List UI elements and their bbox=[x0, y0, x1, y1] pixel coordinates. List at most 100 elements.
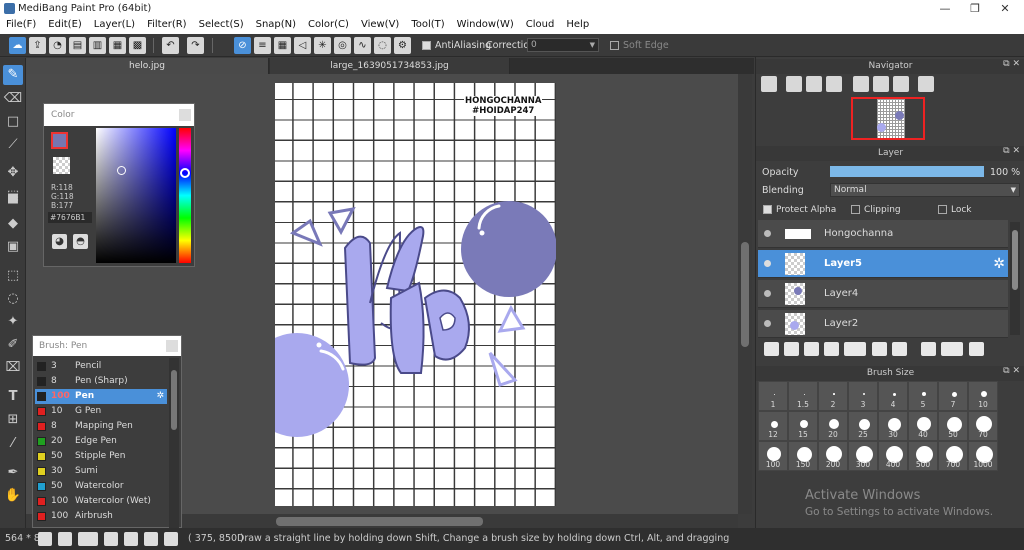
delete-layer-icon[interactable] bbox=[892, 342, 907, 356]
correction-dropdown[interactable]: 0 ▼ bbox=[527, 38, 599, 52]
new-8bit-layer-icon[interactable] bbox=[804, 342, 819, 356]
close-button[interactable]: ✕ bbox=[990, 0, 1020, 17]
text-bubble-icon[interactable]: ▤ bbox=[69, 37, 86, 54]
eye-icon[interactable] bbox=[764, 290, 771, 297]
brush-item[interactable]: 30 Sumi bbox=[35, 464, 167, 479]
menu-cloud[interactable]: Cloud bbox=[520, 17, 561, 30]
folder-icon[interactable] bbox=[872, 342, 887, 356]
brush-size-close-icon[interactable]: ⧉ ✕ bbox=[1003, 366, 1020, 376]
brush-size-option[interactable]: 400 bbox=[878, 441, 908, 471]
grid-icon[interactable]: ▩ bbox=[129, 37, 146, 54]
brush-list-scrollbar[interactable] bbox=[169, 358, 179, 528]
gear-icon[interactable]: ✲ bbox=[156, 389, 164, 404]
snap-settings-icon[interactable]: ⚙ bbox=[394, 37, 411, 54]
layer-row[interactable]: Layer2 bbox=[758, 310, 1008, 338]
layer-row[interactable]: Layer4 bbox=[758, 280, 1008, 308]
undo-icon[interactable]: ↶ bbox=[162, 37, 179, 54]
hex-field[interactable]: #7676B1 bbox=[48, 212, 92, 223]
page-icon[interactable]: ▥ bbox=[89, 37, 106, 54]
menu-snap[interactable]: Snap(N) bbox=[250, 17, 302, 30]
brush-item[interactable]: 10 G Pen bbox=[35, 404, 167, 419]
saturation-value-picker[interactable] bbox=[96, 128, 176, 263]
brush-size-option[interactable]: 200 bbox=[818, 441, 848, 471]
navigator-zoom-fit-icon[interactable] bbox=[761, 76, 777, 92]
layer-list-scrollbar[interactable] bbox=[1010, 222, 1020, 335]
layer-row-selected[interactable]: Layer5 ✲ bbox=[758, 250, 1008, 278]
rotate-reset-icon[interactable] bbox=[873, 76, 889, 92]
brush-item[interactable]: 8 Pen (Sharp) bbox=[35, 374, 167, 389]
brush-size-option[interactable]: 25 bbox=[848, 411, 878, 441]
snap-ellipse-icon[interactable]: ◌ bbox=[374, 37, 391, 54]
tab-helo[interactable]: helo.jpg bbox=[26, 58, 269, 74]
text-tool-icon[interactable]: T bbox=[3, 387, 23, 407]
clipping-checkbox[interactable] bbox=[851, 205, 860, 214]
navigator-close-icon[interactable]: ⧉ ✕ bbox=[1003, 59, 1020, 69]
add-layer-dropdown-icon[interactable] bbox=[844, 342, 866, 356]
opacity-slider[interactable] bbox=[830, 166, 984, 177]
magic-wand-icon[interactable]: ✦ bbox=[3, 312, 23, 332]
protect-alpha-option[interactable]: Protect Alpha bbox=[763, 205, 836, 215]
hand-tool-icon[interactable]: ✋ bbox=[3, 486, 23, 506]
sv-picker-handle[interactable] bbox=[117, 166, 126, 175]
rotate-right-icon[interactable] bbox=[893, 76, 909, 92]
open-folder-icon[interactable] bbox=[124, 532, 138, 546]
menu-help[interactable]: Help bbox=[560, 17, 595, 30]
brush-size-option[interactable]: 500 bbox=[908, 441, 938, 471]
vscroll-thumb[interactable] bbox=[741, 242, 749, 347]
eraser-tool-icon[interactable]: ⌫ bbox=[3, 89, 23, 109]
snap-parallel-icon[interactable]: ≡ bbox=[254, 37, 271, 54]
color-panel-close-icon[interactable] bbox=[179, 109, 191, 121]
snap-circle-icon[interactable]: ◎ bbox=[334, 37, 351, 54]
close-file-icon[interactable] bbox=[164, 532, 178, 546]
brush-item[interactable]: 50 Stipple Pen bbox=[35, 449, 167, 464]
brush-item[interactable]: 100 Airbrush bbox=[35, 509, 167, 524]
brush-list-scroll-thumb[interactable] bbox=[171, 370, 177, 430]
trash-icon[interactable] bbox=[969, 342, 984, 356]
snap-grid-icon[interactable]: ▦ bbox=[274, 37, 291, 54]
move-tool-icon[interactable]: ✥ bbox=[3, 163, 23, 183]
hue-slider-handle[interactable] bbox=[180, 168, 190, 178]
lasso-tool-icon[interactable]: ◌ bbox=[3, 289, 23, 309]
page-list-icon[interactable] bbox=[104, 532, 118, 546]
select-eraser-icon[interactable]: ⌧ bbox=[3, 358, 23, 378]
brush-item[interactable]: 3 Pencil bbox=[35, 359, 167, 374]
brush-size-option[interactable]: 300 bbox=[848, 441, 878, 471]
line-tool-icon[interactable]: ⟋ bbox=[3, 135, 23, 155]
redo-icon[interactable]: ↷ bbox=[187, 37, 204, 54]
snap-perspective-icon[interactable]: ◁ bbox=[294, 37, 311, 54]
snap-curve-icon[interactable]: ∿ bbox=[354, 37, 371, 54]
brush-size-option[interactable]: 100 bbox=[758, 441, 788, 471]
navigator-preview[interactable] bbox=[851, 97, 925, 140]
palette-icon[interactable]: ◕ bbox=[52, 234, 67, 249]
home-icon[interactable] bbox=[38, 532, 52, 546]
eye-icon[interactable] bbox=[764, 230, 771, 237]
brush-item[interactable]: 8 Mapping Pen bbox=[35, 419, 167, 434]
duplicate-layer-icon[interactable] bbox=[921, 342, 936, 356]
brush-size-option[interactable]: 7 bbox=[938, 381, 968, 411]
new-file-icon[interactable] bbox=[58, 532, 72, 546]
brush-item-selected[interactable]: 100 Pen ✲ bbox=[35, 389, 167, 404]
lock-option[interactable]: Lock bbox=[938, 205, 972, 215]
brush-size-option[interactable]: 150 bbox=[788, 441, 818, 471]
menu-filter[interactable]: Filter(R) bbox=[141, 17, 193, 30]
brush-size-option[interactable]: 50 bbox=[938, 411, 968, 441]
eye-icon[interactable] bbox=[764, 260, 771, 267]
menu-window[interactable]: Window(W) bbox=[451, 17, 520, 30]
brush-tool-icon[interactable]: ✎ bbox=[3, 65, 23, 85]
menu-view[interactable]: View(V) bbox=[355, 17, 405, 30]
brush-size-option[interactable]: 2 bbox=[818, 381, 848, 411]
rotate-left-icon[interactable] bbox=[853, 76, 869, 92]
menu-edit[interactable]: Edit(E) bbox=[42, 17, 88, 30]
snap-radial-icon[interactable]: ✳ bbox=[314, 37, 331, 54]
select-rect-icon[interactable]: ⬚ bbox=[3, 266, 23, 286]
menu-layer[interactable]: Layer(L) bbox=[88, 17, 141, 30]
soft-edge-checkbox[interactable] bbox=[610, 41, 619, 50]
add-page-icon[interactable] bbox=[78, 532, 98, 546]
brush-size-option[interactable]: 10 bbox=[968, 381, 998, 411]
bucket-tool-icon[interactable]: ◆ bbox=[3, 214, 23, 234]
brush-item[interactable]: 20 Edge Pen bbox=[35, 434, 167, 449]
blending-dropdown[interactable]: Normal ▼ bbox=[830, 183, 1020, 197]
clipping-option[interactable]: Clipping bbox=[851, 205, 901, 215]
layout-icon[interactable] bbox=[144, 532, 158, 546]
canvas-paper[interactable]: HONGOCHANNA #HOIDAP247 bbox=[275, 83, 556, 506]
